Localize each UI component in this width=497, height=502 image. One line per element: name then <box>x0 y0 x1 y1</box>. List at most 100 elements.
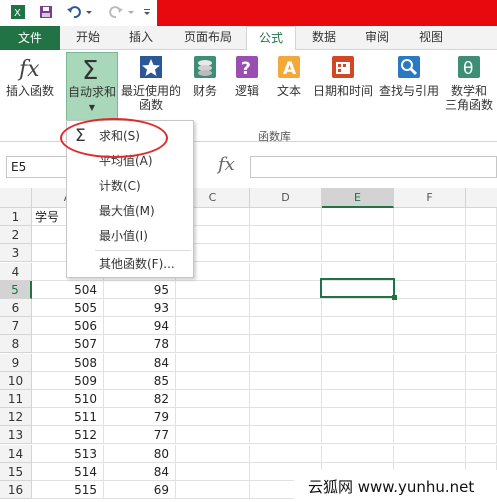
row-header-11[interactable]: 11 <box>0 390 32 408</box>
empty-cell[interactable] <box>176 426 250 445</box>
menu-item-min[interactable]: 最小值(I) <box>67 224 193 248</box>
empty-cell[interactable] <box>466 371 497 390</box>
lookup-reference-button[interactable]: 查找与引用 <box>376 54 442 98</box>
empty-cell[interactable] <box>250 408 322 427</box>
autosum-button[interactable]: Σ 自动求和 ▼ <box>66 52 118 122</box>
empty-cell[interactable] <box>322 390 394 408</box>
cell-b6[interactable]: 93 <box>104 299 176 317</box>
empty-cell[interactable] <box>250 244 322 263</box>
empty-cell[interactable] <box>322 244 394 263</box>
tab-review[interactable]: 审阅 <box>350 26 404 50</box>
empty-cell[interactable] <box>250 208 322 226</box>
empty-cell[interactable] <box>322 335 394 354</box>
empty-cell[interactable] <box>250 426 322 445</box>
excel-app-icon[interactable]: X <box>10 4 26 20</box>
cell-b15[interactable]: 84 <box>104 462 176 481</box>
row-header-4[interactable]: 4 <box>0 262 32 281</box>
empty-cell[interactable] <box>394 226 466 245</box>
row-header-3[interactable]: 3 <box>0 244 32 263</box>
row-header-12[interactable]: 12 <box>0 408 32 427</box>
empty-cell[interactable] <box>250 299 322 317</box>
empty-cell[interactable] <box>466 208 497 226</box>
empty-cell[interactable] <box>466 335 497 354</box>
row-header-8[interactable]: 8 <box>0 335 32 354</box>
row-header-2[interactable]: 2 <box>0 226 32 245</box>
text-button[interactable]: A 文本 <box>272 54 306 98</box>
tab-data[interactable]: 数据 <box>298 26 350 50</box>
empty-cell[interactable] <box>394 208 466 226</box>
cell-b11[interactable]: 82 <box>104 390 176 408</box>
cell-b9[interactable]: 84 <box>104 353 176 372</box>
cell-a9[interactable]: 508 <box>32 353 104 372</box>
empty-cell[interactable] <box>176 353 250 372</box>
tab-view[interactable]: 视图 <box>404 26 458 50</box>
cell-b10[interactable]: 85 <box>104 371 176 390</box>
recently-used-button[interactable]: 最近使用的 函数 <box>118 54 184 112</box>
tab-page-layout[interactable]: 页面布局 <box>170 26 246 50</box>
empty-cell[interactable] <box>466 353 497 372</box>
empty-cell[interactable] <box>250 353 322 372</box>
empty-cell[interactable] <box>466 280 497 299</box>
empty-cell[interactable] <box>176 408 250 427</box>
undo-dropdown-icon[interactable] <box>84 4 94 20</box>
col-header-e[interactable]: E <box>322 188 394 208</box>
redo-icon[interactable] <box>108 4 124 20</box>
cell-b16[interactable]: 69 <box>104 481 176 499</box>
empty-cell[interactable] <box>394 390 466 408</box>
empty-cell[interactable] <box>322 208 394 226</box>
col-header-g[interactable] <box>466 188 497 208</box>
empty-cell[interactable] <box>394 317 466 336</box>
tab-file[interactable]: 文件 <box>0 26 60 50</box>
empty-cell[interactable] <box>176 280 250 299</box>
row-header-1[interactable]: 1 <box>0 208 32 226</box>
empty-cell[interactable] <box>250 371 322 390</box>
empty-cell[interactable] <box>394 408 466 427</box>
tab-home[interactable]: 开始 <box>62 26 114 50</box>
financial-button[interactable]: 财务 <box>188 54 222 98</box>
empty-cell[interactable] <box>394 280 466 299</box>
empty-cell[interactable] <box>176 317 250 336</box>
cell-a6[interactable]: 505 <box>32 299 104 317</box>
empty-cell[interactable] <box>466 408 497 427</box>
customize-toolbar-icon[interactable] <box>142 4 152 20</box>
select-all-corner[interactable] <box>0 188 32 208</box>
empty-cell[interactable] <box>176 481 250 499</box>
fill-handle[interactable] <box>392 295 397 300</box>
cell-a5[interactable]: 504 <box>32 280 104 299</box>
empty-cell[interactable] <box>322 353 394 372</box>
empty-cell[interactable] <box>394 335 466 354</box>
cell-b12[interactable]: 79 <box>104 408 176 427</box>
empty-cell[interactable] <box>176 444 250 463</box>
empty-cell[interactable] <box>394 353 466 372</box>
menu-item-max[interactable]: 最大值(M) <box>67 199 193 223</box>
cell-a13[interactable]: 512 <box>32 426 104 445</box>
cell-b13[interactable]: 77 <box>104 426 176 445</box>
formula-input[interactable] <box>250 156 497 178</box>
empty-cell[interactable] <box>322 299 394 317</box>
empty-cell[interactable] <box>466 390 497 408</box>
cell-b8[interactable]: 78 <box>104 335 176 354</box>
empty-cell[interactable] <box>466 244 497 263</box>
cell-a14[interactable]: 513 <box>32 444 104 463</box>
tab-insert[interactable]: 插入 <box>114 26 168 50</box>
cell-a7[interactable]: 506 <box>32 317 104 336</box>
empty-cell[interactable] <box>466 426 497 445</box>
empty-cell[interactable] <box>394 262 466 281</box>
redo-dropdown-icon[interactable] <box>126 4 136 20</box>
empty-cell[interactable] <box>250 262 322 281</box>
empty-cell[interactable] <box>250 317 322 336</box>
empty-cell[interactable] <box>322 317 394 336</box>
empty-cell[interactable] <box>322 226 394 245</box>
empty-cell[interactable] <box>250 335 322 354</box>
empty-cell[interactable] <box>394 426 466 445</box>
empty-cell[interactable] <box>176 390 250 408</box>
empty-cell[interactable] <box>322 426 394 445</box>
cell-a11[interactable]: 510 <box>32 390 104 408</box>
col-header-f[interactable]: F <box>394 188 466 208</box>
row-header-16[interactable]: 16 <box>0 481 32 499</box>
empty-cell[interactable] <box>176 462 250 481</box>
insert-function-button[interactable]: fx 插入函数 <box>4 54 56 98</box>
empty-cell[interactable] <box>322 408 394 427</box>
row-header-5[interactable]: 5 <box>0 280 32 299</box>
empty-cell[interactable] <box>394 299 466 317</box>
